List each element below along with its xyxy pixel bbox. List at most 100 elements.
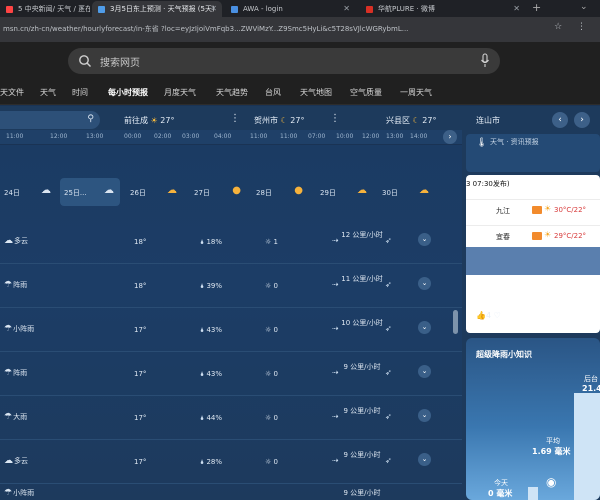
moon-icon: ☾ bbox=[412, 116, 420, 125]
prev-arrow-icon[interactable]: ‹ bbox=[552, 112, 568, 128]
saved-city[interactable]: 贺州市 ☾ 27° bbox=[254, 115, 304, 126]
browser-tab-active[interactable]: 3月5日东上预测 · 天气预报 (5天) ✕ bbox=[92, 1, 222, 17]
heavy-rain-icon: ☂ bbox=[4, 412, 13, 422]
rain-icon: ☂ bbox=[4, 280, 13, 290]
msn-header: 搜索网页 bbox=[0, 42, 600, 80]
location-search[interactable]: ⚲ bbox=[0, 111, 100, 129]
tab-favicon-icon bbox=[231, 6, 238, 13]
saved-city[interactable]: 连山市 bbox=[476, 115, 500, 126]
alert-city-row: 九江 ☀ 30°C/22° bbox=[466, 199, 600, 221]
browser-tab[interactable]: 华航PLURE · 微博 ✕ bbox=[360, 1, 525, 17]
search-icon bbox=[79, 55, 91, 67]
saved-city[interactable]: 前往成 ☀ 27° bbox=[124, 115, 174, 126]
bar-label: 今天 bbox=[494, 479, 508, 487]
reactions[interactable]: 👍4 ♡ bbox=[476, 311, 501, 320]
day-card[interactable]: 30日 ☁ bbox=[378, 178, 435, 206]
expand-chevron-icon[interactable]: ⌄ bbox=[418, 453, 431, 466]
wind-direction-icon: ➶ bbox=[385, 324, 392, 333]
nav-item[interactable]: 时间 bbox=[72, 87, 88, 98]
hourly-row[interactable]: ☁多云 18° 🌢 18% ☼ 1 ⇢ 12 公里/小时 ➶ ⌄ bbox=[0, 220, 462, 264]
sun-icon: ● bbox=[232, 185, 241, 196]
nav-item[interactable]: 天气趋势 bbox=[216, 87, 248, 98]
sun-icon: ● bbox=[294, 185, 303, 196]
nav-item[interactable]: 一周天气 bbox=[400, 87, 432, 98]
day-card-active[interactable]: 25日... ☁ bbox=[60, 178, 120, 206]
wind-direction-icon: ➶ bbox=[385, 236, 392, 245]
day-card[interactable]: 29日 ☁ bbox=[316, 178, 373, 206]
weather-map-thumbnail[interactable] bbox=[466, 247, 600, 275]
rainfall-bar bbox=[574, 393, 600, 500]
moon-icon: ☾ bbox=[280, 116, 288, 125]
next-arrow-icon[interactable]: › bbox=[574, 112, 590, 128]
alert-city-row: 宜春 ☀ 29°C/22° bbox=[466, 225, 600, 247]
uv-sun-icon: ☼ bbox=[265, 238, 272, 246]
hourly-row[interactable]: ☂阵雨 18° 🌢 39% ☼ 0 ⇢ 11 公里/小时 ➶ ⌄ bbox=[0, 264, 462, 308]
hourly-row[interactable]: ☁多云 17° 🌢 28% ☼ 0 ⇢ 9 公里/小时 ➶ ⌄ bbox=[0, 440, 462, 484]
tab-close-icon[interactable]: ✕ bbox=[343, 1, 350, 17]
expand-chevron-icon[interactable]: ⌄ bbox=[418, 365, 431, 378]
warning-badge-icon bbox=[532, 206, 542, 214]
nav-item[interactable]: 天气 bbox=[40, 87, 56, 98]
nav-item[interactable]: 天气地图 bbox=[300, 87, 332, 98]
browser-tab[interactable]: AWA - login ✕ bbox=[225, 1, 355, 17]
url-text[interactable]: msn.cn/zh-cn/weather/hourlyforecast/in-东… bbox=[3, 24, 513, 34]
tab-favicon-icon bbox=[366, 6, 373, 13]
day-card[interactable]: 24日 ☁ bbox=[0, 178, 57, 206]
raindrop-icon: 🌢 bbox=[200, 326, 205, 334]
more-icon[interactable]: ⋮ bbox=[330, 113, 340, 124]
wind-direction-icon: ➶ bbox=[385, 368, 392, 377]
bar-label: 后台 bbox=[584, 375, 598, 383]
toolbar-icons[interactable]: ☆ ⋮ bbox=[554, 22, 592, 32]
new-tab-button[interactable]: + bbox=[532, 2, 541, 14]
hourly-row[interactable]: ☂阵雨 17° 🌢 43% ☼ 0 ⇢ 9 公里/小时 ➶ ⌄ bbox=[0, 352, 462, 396]
tab-close-icon[interactable]: ✕ bbox=[78, 1, 85, 17]
hourly-row[interactable]: ☂小阵雨 9 公里/小时 bbox=[0, 484, 462, 500]
address-bar[interactable]: msn.cn/zh-cn/weather/hourlyforecast/in-东… bbox=[0, 17, 600, 42]
thermometer-icon: 🌡 bbox=[476, 138, 488, 148]
nav-item[interactable]: 天文件 bbox=[0, 87, 24, 98]
cloud-icon: ☁ bbox=[41, 185, 51, 196]
cloud-icon: ☁ bbox=[4, 236, 13, 246]
nav-item[interactable]: 月度天气 bbox=[164, 87, 196, 98]
nav-item[interactable]: 台风 bbox=[265, 87, 281, 98]
next-hours-arrow-icon[interactable]: › bbox=[443, 130, 457, 144]
bar-label: 平均 bbox=[546, 437, 560, 445]
tab-menu-chevron-icon[interactable]: ⌄ bbox=[580, 2, 588, 12]
day-card[interactable]: 28日 ● bbox=[252, 178, 309, 206]
hourly-row[interactable]: ☂小阵雨 17° 🌢 43% ☼ 0 ⇢ 10 公里/小时 ➶ ⌄ bbox=[0, 308, 462, 352]
expand-chevron-icon[interactable]: ⌄ bbox=[418, 277, 431, 290]
tab-close-icon[interactable]: ✕ bbox=[210, 1, 217, 17]
rain-icon: ☂ bbox=[4, 324, 13, 334]
browser-tab[interactable]: 5 中央新闻/ 天气 / 正在录... ✕ bbox=[0, 1, 90, 17]
rain-icon: ☂ bbox=[4, 368, 13, 378]
uv-sun-icon: ☼ bbox=[265, 326, 272, 334]
expand-chevron-icon[interactable]: ⌄ bbox=[418, 233, 431, 246]
rainfall-knowledge-card[interactable]: 超级降雨小知识 今天 0 毫米 平均 1.69 毫米 后台 21.4 bbox=[466, 338, 600, 500]
saved-city[interactable]: 兴县区 ☾ 27° bbox=[386, 115, 436, 126]
nav-item-hourly[interactable]: 每小时预报 bbox=[108, 87, 148, 98]
card-title: 超级降雨小知识 bbox=[476, 350, 532, 359]
news-header[interactable]: 🌡 天气 · 资讯预报 bbox=[466, 134, 600, 172]
rain-icon: ☂ bbox=[4, 488, 13, 498]
nav-item[interactable]: 空气质量 bbox=[350, 87, 382, 98]
tab-close-icon[interactable]: ✕ bbox=[513, 1, 520, 17]
cloud-sun-icon: ☁ bbox=[357, 185, 367, 196]
hourly-row[interactable]: ☂大雨 17° 🌢 44% ☼ 0 ⇢ 9 公里/小时 ➶ ⌄ bbox=[0, 396, 462, 440]
cloud-sun-icon: ☁ bbox=[419, 185, 429, 196]
raindrop-icon: 🌢 bbox=[200, 282, 205, 290]
more-icon[interactable]: ⋮ bbox=[230, 113, 240, 124]
day-card[interactable]: 26日 ☁ bbox=[126, 178, 183, 206]
uv-sun-icon: ☼ bbox=[265, 458, 272, 466]
hourly-time-strip: 11:00 12:00 13:00 00:00 02:00 03:00 04:0… bbox=[0, 130, 462, 144]
day-card[interactable]: 27日 ● bbox=[190, 178, 247, 206]
web-search-box[interactable]: 搜索网页 bbox=[68, 48, 500, 74]
bar-value: 21.4 bbox=[582, 384, 600, 393]
uv-sun-icon: ☼ bbox=[265, 370, 272, 378]
weibo-watermark-icon: ◉ bbox=[546, 475, 557, 489]
expand-chevron-icon[interactable]: ⌄ bbox=[418, 409, 431, 422]
scrollbar-thumb[interactable] bbox=[453, 310, 458, 334]
expand-chevron-icon[interactable]: ⌄ bbox=[418, 321, 431, 334]
microphone-icon[interactable] bbox=[480, 53, 490, 69]
tab-favicon-icon bbox=[98, 6, 105, 13]
news-headline[interactable]: 江西今明天最高天气持续在线 大区最高气温30°C上下 bbox=[476, 276, 600, 300]
